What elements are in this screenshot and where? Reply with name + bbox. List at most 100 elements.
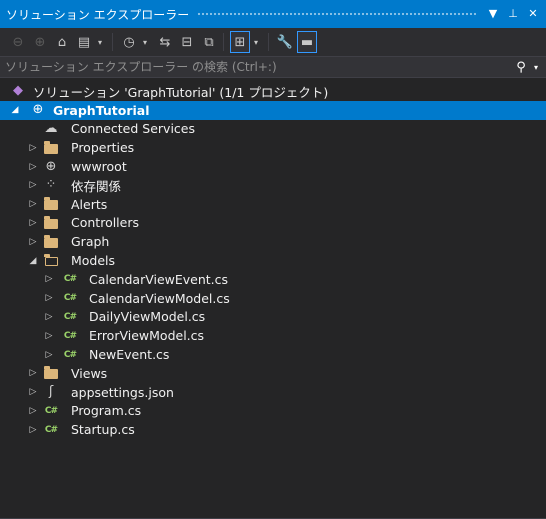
connected-services-icon: ☁	[43, 121, 59, 137]
tree-item[interactable]: ▷ C# DailyViewModel.cs	[0, 308, 546, 327]
tree-item-label: Alerts	[71, 196, 108, 212]
tree-item[interactable]: ▷ Graph	[0, 232, 546, 251]
collapse-arrow-icon[interactable]: ◢	[10, 105, 20, 115]
tree-item[interactable]: ▷ C# CalendarViewEvent.cs	[0, 270, 546, 289]
tree-item[interactable]: ◆ ソリューション 'GraphTutorial' (1/1 プロジェクト)	[0, 82, 546, 101]
tree-item[interactable]: ▷ C# Program.cs	[0, 402, 546, 421]
csharp-glyph: C#	[63, 349, 77, 360]
search-input[interactable]	[0, 59, 512, 75]
home-icon[interactable]: ⌂	[52, 31, 72, 53]
tree-item-label: appsettings.json	[71, 384, 174, 400]
close-icon[interactable]: ✕	[526, 7, 540, 21]
tree-item-label: Models	[71, 253, 116, 269]
search-options-dropdown-icon[interactable]: ▾	[530, 63, 542, 72]
title-bar[interactable]: ソリューション エクスプローラー ▼ ⊥ ✕	[0, 0, 546, 28]
expand-arrow-icon[interactable]: ▷	[44, 350, 54, 360]
tree-item[interactable]: ▷ C# NewEvent.cs	[0, 345, 546, 364]
csharp-file-icon: C#	[62, 271, 78, 287]
tree-item-label: Controllers	[71, 215, 139, 231]
tree-item[interactable]: ▷ C# CalendarViewModel.cs	[0, 289, 546, 308]
tree-item[interactable]: ▷ Views	[0, 364, 546, 383]
tree-item-label: Properties	[71, 140, 135, 156]
folder-icon	[43, 196, 59, 212]
tree-item-label: Views	[71, 365, 108, 381]
tree-item[interactable]: ▷ ʃ appsettings.json	[0, 383, 546, 402]
csharp-glyph: C#	[63, 311, 77, 322]
expand-arrow-icon[interactable]: ▷	[44, 312, 54, 322]
tree-item-label: ErrorViewModel.cs	[89, 328, 205, 344]
expand-arrow-icon[interactable]: ▷	[28, 387, 38, 397]
folder-icon-shape	[44, 366, 58, 380]
tree-item-label: CalendarViewEvent.cs	[89, 271, 229, 287]
expand-arrow-icon[interactable]: ▷	[28, 218, 38, 228]
csharp-glyph: C#	[63, 330, 77, 341]
csharp-glyph: C#	[63, 293, 77, 304]
folder-icon-shape	[44, 234, 58, 248]
tree-item-label: Connected Services	[71, 121, 195, 137]
expand-arrow-icon[interactable]: ▷	[44, 331, 54, 341]
expand-arrow-icon[interactable]: ▷	[28, 199, 38, 209]
tree-item-label: CalendarViewModel.cs	[89, 290, 230, 306]
drag-grip[interactable]	[197, 11, 476, 17]
title-buttons: ▼ ⊥ ✕	[486, 7, 540, 21]
folder-icon-shape	[44, 215, 58, 229]
forward-arrow-icon[interactable]: ⊕	[30, 31, 50, 53]
expand-arrow-icon[interactable]: ▷	[28, 406, 38, 416]
web-project-icon: ⊕	[30, 102, 46, 118]
sync-icon[interactable]: ⇆	[155, 31, 175, 53]
preview-selected-icon[interactable]: ⊞	[230, 31, 250, 53]
tree-item-label: DailyViewModel.cs	[89, 309, 206, 325]
collapse-all-icon[interactable]: ⊟	[177, 31, 197, 53]
folder-icon	[43, 215, 59, 231]
switch-views-icon[interactable]: ▤	[74, 31, 94, 53]
open-folder-icon	[43, 253, 59, 269]
search-bar: ⚲ ▾	[0, 56, 546, 78]
tree-item[interactable]: ◢ ⊕ GraphTutorial	[0, 100, 546, 120]
expand-arrow-icon[interactable]: ▷	[44, 293, 54, 303]
expand-arrow-icon[interactable]: ▷	[28, 425, 38, 435]
expand-arrow-icon[interactable]: ▷	[28, 180, 38, 190]
collapse-arrow-icon[interactable]: ◢	[28, 256, 38, 266]
tree-item[interactable]: ☁ Connected Services	[0, 120, 546, 139]
csharp-glyph: C#	[63, 274, 77, 285]
csharp-file-icon: C#	[62, 328, 78, 344]
toolbar-separator	[268, 33, 269, 51]
tree-item-label: Program.cs	[71, 403, 142, 419]
tree-item[interactable]: ▷ ⊕ wwwroot	[0, 157, 546, 176]
expand-arrow-icon[interactable]: ▷	[28, 368, 38, 378]
tree-item[interactable]: ▷ C# ErrorViewModel.cs	[0, 326, 546, 345]
tree-item-label: 依存関係	[71, 178, 122, 194]
pending-changes-icon[interactable]: ◷	[119, 31, 139, 53]
web-project-icon-glyph: ⊕	[32, 102, 44, 118]
json-file-icon-glyph: ʃ	[48, 384, 54, 400]
tree-item[interactable]: ▷ Properties	[0, 138, 546, 157]
folder-icon	[43, 234, 59, 250]
open-folder-icon-shape	[44, 253, 58, 267]
pending-changes-dropdown-icon[interactable]: ▾	[141, 31, 149, 53]
show-all-files-icon[interactable]: ⧉	[199, 31, 219, 53]
properties-folder-icon-shape	[44, 140, 58, 154]
switch-views-dropdown-icon[interactable]: ▾	[96, 31, 104, 53]
window-title: ソリューション エクスプローラー	[6, 7, 190, 22]
pin-icon[interactable]: ⊥	[506, 7, 520, 21]
tree-item[interactable]: ▷ ⁘ 依存関係	[0, 176, 546, 195]
tree-item[interactable]: ▷ C# Startup.cs	[0, 420, 546, 439]
preview-toggle-icon[interactable]: ▬	[297, 31, 317, 53]
window-position-dropdown-icon[interactable]: ▼	[486, 7, 500, 21]
solution-icon-glyph: ◆	[13, 83, 23, 99]
expand-arrow-icon[interactable]: ▷	[28, 237, 38, 247]
tree-item[interactable]: ▷ Alerts	[0, 195, 546, 214]
back-arrow-icon[interactable]: ⊖	[8, 31, 28, 53]
expand-arrow-icon[interactable]: ▷	[28, 162, 38, 172]
toolbar: ⊖ ⊕ ⌂ ▤ ▾ ◷ ▾ ⇆ ⊟ ⧉ ⊞ ▾ 🔧 ▬	[0, 28, 546, 56]
tree-item[interactable]: ◢ Models	[0, 251, 546, 270]
preview-selected-dropdown-icon[interactable]: ▾	[252, 31, 260, 53]
solution-explorer-window: ソリューション エクスプローラー ▼ ⊥ ✕ ⊖ ⊕ ⌂ ▤ ▾ ◷ ▾ ⇆ ⊟…	[0, 0, 546, 519]
expand-arrow-icon[interactable]: ▷	[44, 274, 54, 284]
expand-arrow-icon[interactable]: ▷	[28, 143, 38, 153]
tree-item-label: GraphTutorial	[53, 102, 150, 118]
csharp-file-icon: C#	[43, 422, 59, 438]
properties-wrench-icon[interactable]: 🔧	[275, 31, 295, 53]
search-icon[interactable]: ⚲	[512, 60, 530, 75]
tree-item[interactable]: ▷ Controllers	[0, 214, 546, 233]
